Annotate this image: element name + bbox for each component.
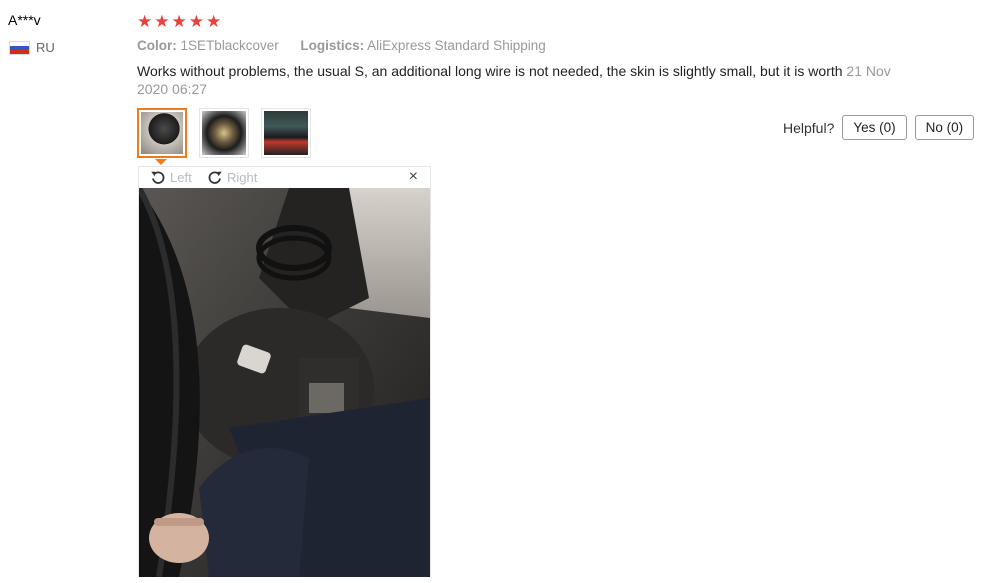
rotate-left-button[interactable]: Left [150,169,192,185]
review-meta: Color: 1SETblackcover Logistics: AliExpr… [137,38,546,53]
review-text: Works without problems, the usual S, an … [137,62,897,98]
photo-thumbnail-1[interactable] [137,108,187,158]
review-photo-large [139,188,430,577]
helpful-no-button[interactable]: No (0) [914,115,975,140]
rotate-right-button[interactable]: Right [207,169,257,185]
rotate-left-label: Left [170,169,192,185]
rotate-right-icon [208,171,222,184]
helpful-yes-button[interactable]: Yes (0) [842,115,907,140]
country-code: RU [36,40,55,55]
color-value: 1SETblackcover [180,38,279,53]
photo-viewer: Left Right × [138,166,431,577]
star-rating: ★ ★ ★ ★ ★ [137,13,221,31]
color-label: Color: [137,38,177,53]
russia-flag-icon [9,40,30,55]
rotate-left-icon [151,171,165,184]
photo-thumbnail-2[interactable] [199,108,249,158]
logistics-label: Logistics: [300,38,365,53]
star-icon: ★ [206,12,222,31]
steering-column-photo [139,188,430,577]
star-icon: ★ [137,12,153,31]
photo-thumbnail-3[interactable] [261,108,311,158]
close-icon[interactable]: × [409,168,418,186]
star-icon: ★ [171,12,187,31]
active-thumb-caret [155,159,167,165]
reviewer-name: A***v [8,12,41,28]
reviewer-country: RU [9,40,55,55]
logistics-value: AliExpress Standard Shipping [367,38,546,53]
review-body: Works without problems, the usual S, an … [137,63,843,79]
review-photos [137,108,311,158]
star-icon: ★ [188,12,204,31]
rotate-right-label: Right [227,169,258,185]
helpful-vote: Helpful? Yes (0) No (0) [783,115,975,140]
star-icon: ★ [154,12,170,31]
helpful-label: Helpful? [783,119,835,136]
viewer-toolbar: Left Right × [139,167,430,188]
